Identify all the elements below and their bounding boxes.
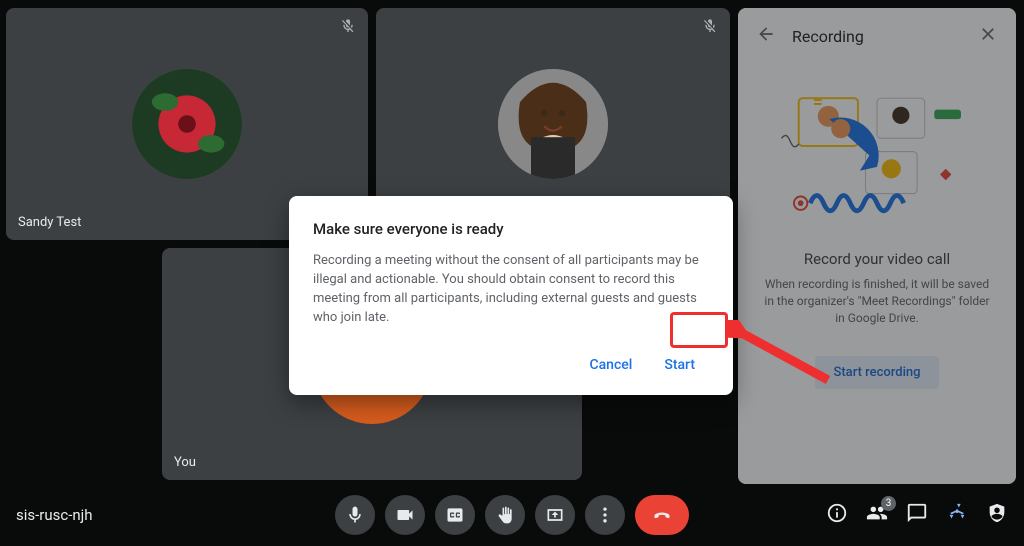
- avatar: [498, 69, 608, 179]
- people-button[interactable]: 3: [866, 502, 888, 528]
- meeting-details-button[interactable]: [826, 502, 848, 528]
- more-options-button[interactable]: [585, 495, 625, 535]
- start-recording-button[interactable]: Start recording: [815, 356, 938, 389]
- camera-toggle[interactable]: [385, 495, 425, 535]
- recording-description: When recording is finished, it will be s…: [756, 276, 998, 326]
- recording-heading: Record your video call: [756, 250, 998, 268]
- leave-call-button[interactable]: [635, 495, 689, 535]
- modal-title: Make sure everyone is ready: [313, 220, 709, 238]
- panel-title: Recording: [792, 27, 962, 46]
- mic-toggle[interactable]: [335, 495, 375, 535]
- chat-button[interactable]: [906, 502, 928, 528]
- present-button[interactable]: [535, 495, 575, 535]
- recording-illustration: [756, 78, 998, 228]
- mic-off-icon: [702, 18, 718, 38]
- host-controls-button[interactable]: [986, 502, 1008, 528]
- control-bar: sis-rusc-njh 3: [0, 484, 1024, 546]
- consent-modal: Make sure everyone is ready Recording a …: [289, 196, 733, 395]
- recording-panel: Recording Record your video call When re…: [738, 8, 1016, 484]
- start-button[interactable]: Start: [650, 349, 709, 381]
- meeting-code: sis-rusc-njh: [16, 506, 93, 524]
- participant-count-badge: 3: [881, 496, 896, 511]
- captions-toggle[interactable]: [435, 495, 475, 535]
- participant-name: Sandy Test: [18, 215, 81, 230]
- avatar: [132, 69, 242, 179]
- cancel-button[interactable]: Cancel: [576, 349, 647, 381]
- close-icon[interactable]: [978, 24, 998, 48]
- activities-button[interactable]: [946, 502, 968, 528]
- modal-body: Recording a meeting without the consent …: [313, 252, 709, 327]
- raise-hand-button[interactable]: [485, 495, 525, 535]
- mic-off-icon: [340, 18, 356, 38]
- self-name: You: [174, 455, 196, 470]
- back-icon[interactable]: [756, 24, 776, 48]
